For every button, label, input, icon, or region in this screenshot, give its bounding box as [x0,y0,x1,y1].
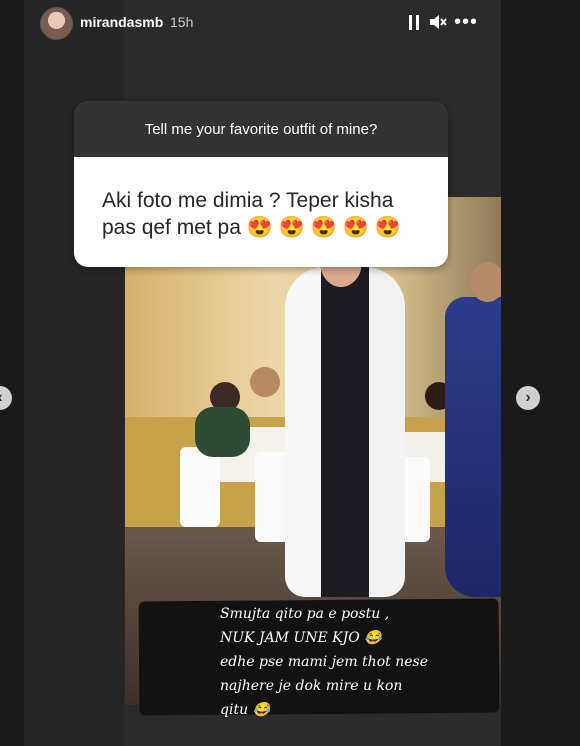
username[interactable]: mirandasmb [80,14,163,30]
post-time: 15h [170,14,194,30]
avatar[interactable] [40,7,73,40]
previous-story-button[interactable]: ‹ [0,386,12,410]
next-story-button[interactable]: › [516,386,540,410]
mute-icon[interactable] [428,12,448,32]
pause-icon[interactable] [407,12,421,32]
story-header: mirandasmb 15h ••• [24,0,501,46]
story-caption: Smujta qito pa e postu , NUK JAM UNE KJO… [220,606,428,718]
question-answer: Aki foto me dimia ? Teper kisha pas qef … [74,157,448,267]
more-options-icon[interactable]: ••• [454,12,478,32]
question-sticker: Tell me your favorite outfit of mine? Ak… [74,101,448,267]
question-prompt: Tell me your favorite outfit of mine? [74,101,448,157]
story-viewer: mirandasmb 15h ••• Tell me your favorite… [24,0,501,746]
